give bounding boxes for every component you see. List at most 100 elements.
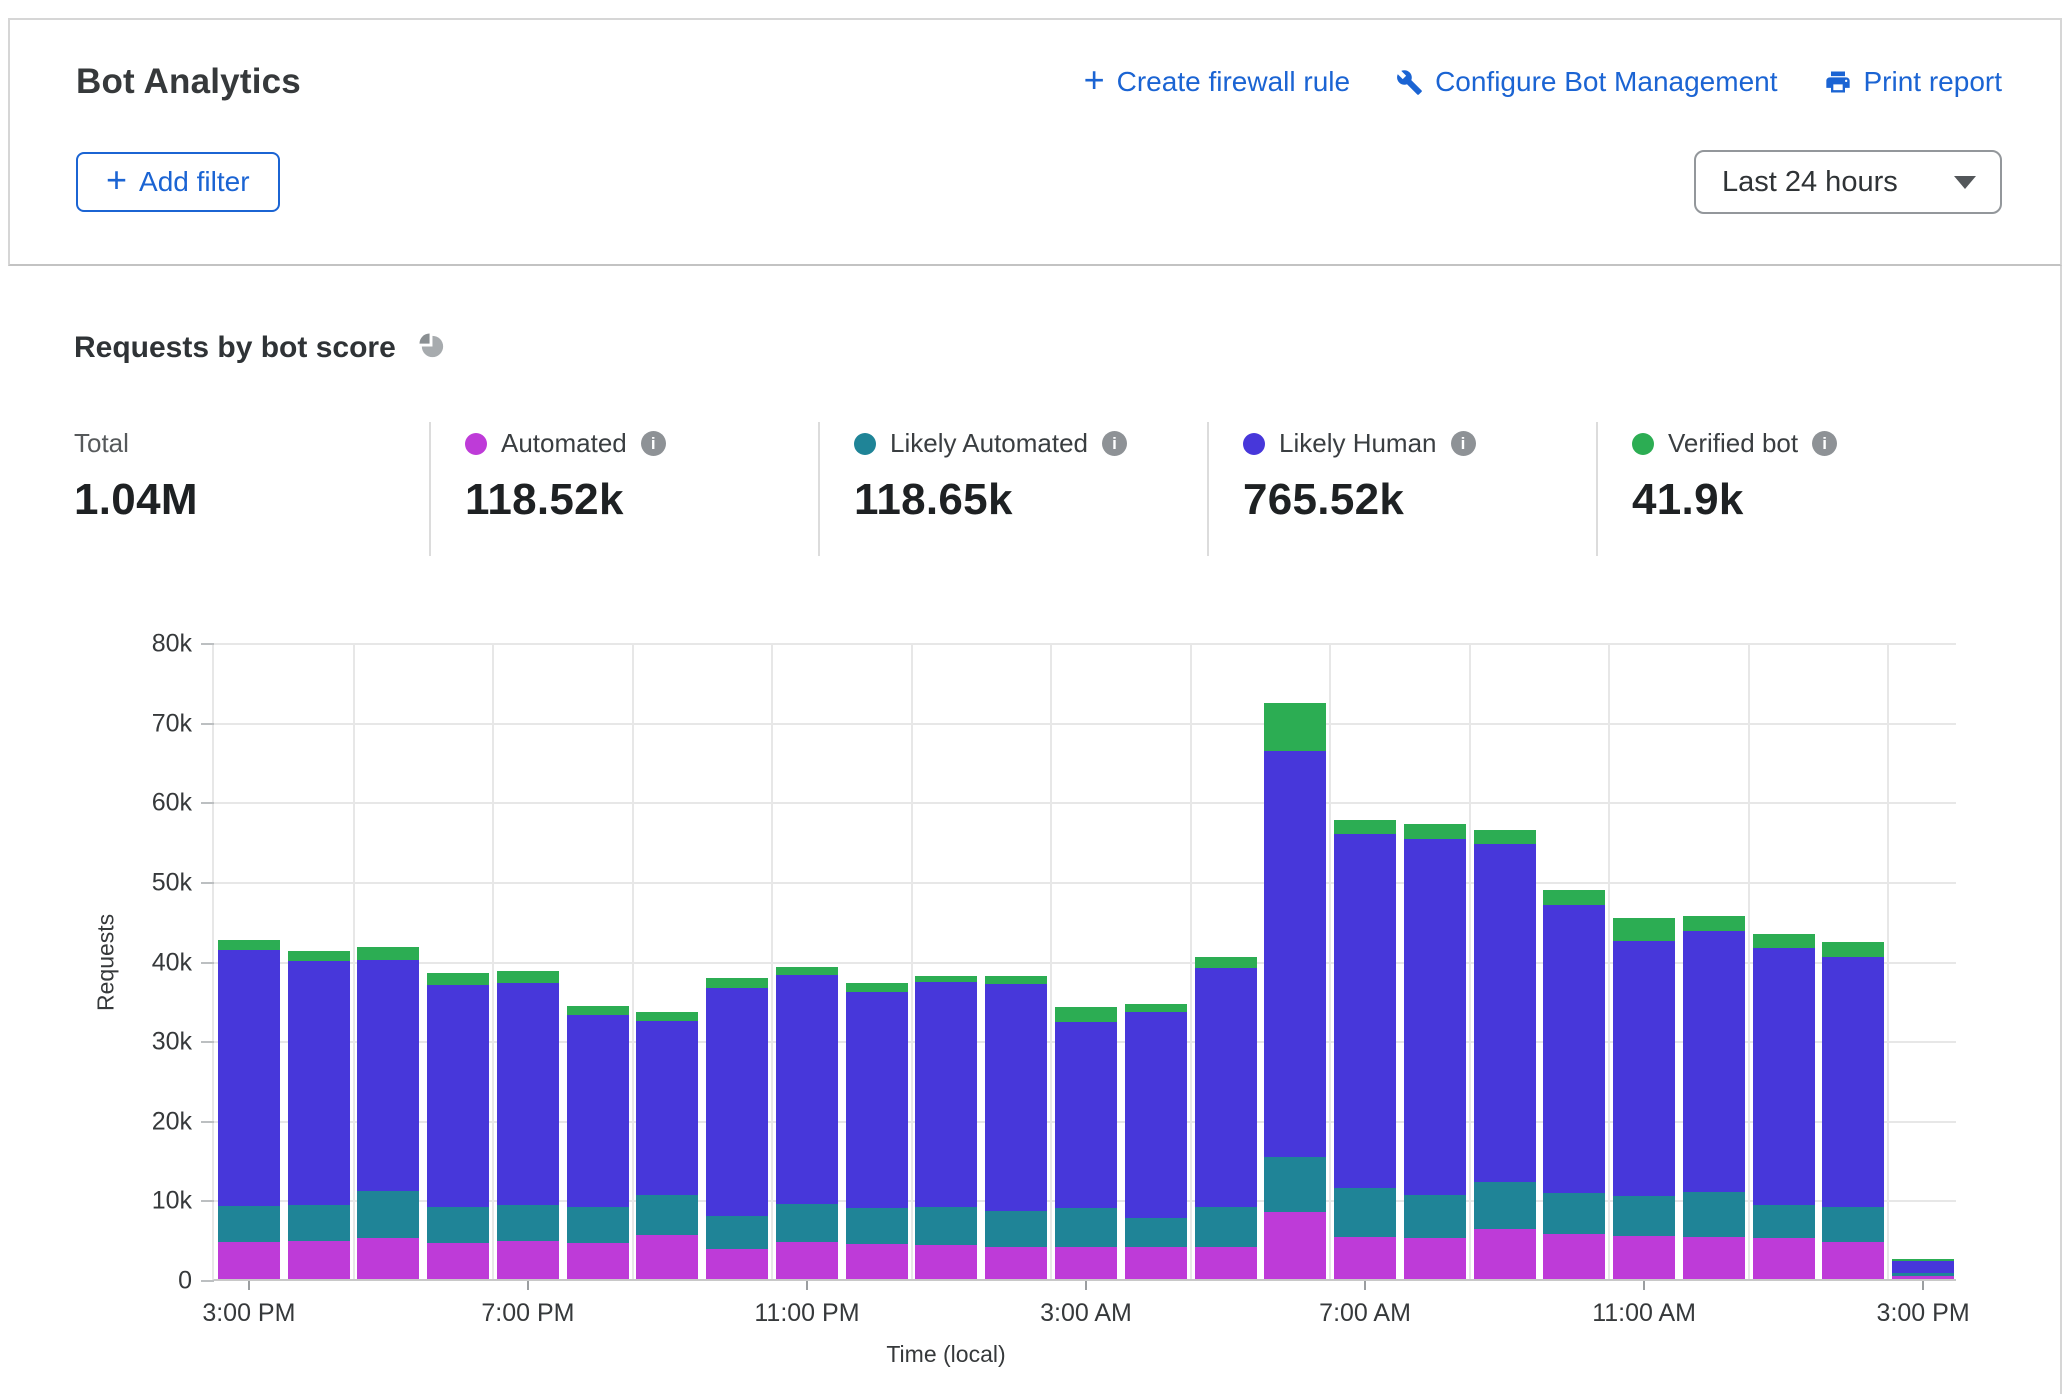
bar-segment: [1264, 751, 1326, 1157]
y-tick: [201, 1200, 214, 1202]
stat-likely-automated: Likely Automated i 118.65k: [818, 422, 1207, 556]
bar-segment: [1892, 1273, 1954, 1275]
gridline: [1608, 644, 1610, 1279]
chevron-down-icon: [1954, 176, 1976, 189]
configure-bot-management-link[interactable]: Configure Bot Management: [1396, 66, 1777, 98]
info-icon[interactable]: i: [1812, 431, 1837, 456]
bar-segment: [776, 967, 838, 975]
stat-automated-value: 118.52k: [465, 475, 818, 525]
bar-segment: [1334, 820, 1396, 834]
bar-segment: [915, 1245, 977, 1279]
y-tick: [201, 802, 214, 804]
pie-chart-icon: [416, 330, 447, 366]
bar-segment: [497, 971, 559, 983]
x-tick: [1085, 1281, 1087, 1290]
chart-plot-area: Requests 010k20k30k40k50k60k70k80k3:00 P…: [212, 644, 1956, 1281]
x-tick-label: 11:00 AM: [1592, 1299, 1696, 1328]
stat-verified-bot: Verified bot i 41.9k: [1596, 422, 1985, 556]
bar-segment: [1613, 941, 1675, 1196]
gridline: [1748, 644, 1750, 1279]
bar-segment: [846, 1208, 908, 1244]
bar-segment: [567, 1006, 629, 1015]
bar-segment: [427, 973, 489, 985]
bar-segment: [497, 983, 559, 1205]
bar-segment: [846, 1244, 908, 1279]
bar-segment: [1822, 957, 1884, 1207]
x-tick-label: 3:00 PM: [1877, 1299, 1970, 1328]
stat-likely-automated-label: Likely Automated: [890, 428, 1088, 459]
section-title: Requests by bot score: [74, 331, 396, 365]
bar-segment: [1613, 918, 1675, 942]
print-report-link[interactable]: Print report: [1824, 66, 2003, 98]
bar-segment: [1543, 1193, 1605, 1234]
bar-segment: [427, 1243, 489, 1279]
bot-analytics-page: Bot Analytics + Create firewall rule Con…: [0, 0, 2070, 1394]
bar-segment: [1334, 1188, 1396, 1237]
x-tick-label: 3:00 AM: [1040, 1299, 1132, 1328]
create-firewall-rule-link[interactable]: + Create firewall rule: [1084, 66, 1350, 98]
add-filter-button[interactable]: + Add filter: [76, 152, 280, 212]
bar-segment: [1822, 1242, 1884, 1279]
legend-dot-likely-automated: [854, 433, 876, 455]
bar-segment: [1195, 1207, 1257, 1247]
bar-segment: [1543, 890, 1605, 904]
bar-segment: [357, 960, 419, 1192]
bar-segment: [1404, 824, 1466, 839]
x-tick: [1922, 1281, 1924, 1290]
stat-total: Total 1.04M: [74, 422, 429, 556]
bar-segment: [357, 947, 419, 960]
bar-segment: [1753, 1238, 1815, 1279]
bar-segment: [1753, 1205, 1815, 1238]
y-tick-label: 80k: [72, 630, 192, 659]
bar-segment: [1474, 830, 1536, 844]
info-icon[interactable]: i: [1102, 431, 1127, 456]
y-tick: [201, 962, 214, 964]
bar-segment: [427, 985, 489, 1207]
gridline: [771, 644, 773, 1279]
bar-segment: [1125, 1004, 1187, 1013]
bar-segment: [288, 961, 350, 1205]
bar-segment: [636, 1021, 698, 1195]
legend-dot-likely-human: [1243, 433, 1265, 455]
gridline: [1887, 644, 1889, 1279]
bar-segment: [1195, 968, 1257, 1207]
bot-analytics-card: Bot Analytics + Create firewall rule Con…: [8, 18, 2062, 1394]
time-range-value: Last 24 hours: [1722, 166, 1898, 199]
bar-segment: [1822, 1207, 1884, 1242]
add-filter-label: Add filter: [139, 166, 250, 198]
bar-segment: [567, 1015, 629, 1208]
bar-segment: [288, 1205, 350, 1241]
bar-segment: [1683, 1237, 1745, 1279]
bar-segment: [357, 1238, 419, 1279]
stat-automated: Automated i 118.52k: [429, 422, 818, 556]
bar-segment: [915, 982, 977, 1207]
gridline: [353, 644, 355, 1279]
info-icon[interactable]: i: [1451, 431, 1476, 456]
time-range-select[interactable]: Last 24 hours: [1694, 150, 2002, 214]
bar-segment: [1334, 834, 1396, 1188]
bar-segment: [1264, 1212, 1326, 1279]
bar-segment: [1892, 1259, 1954, 1261]
bar-segment: [776, 975, 838, 1204]
bar-segment: [567, 1207, 629, 1243]
bar-segment: [846, 983, 908, 993]
bar-segment: [218, 1242, 280, 1279]
stat-likely-human: Likely Human i 765.52k: [1207, 422, 1596, 556]
y-tick-label: 10k: [72, 1187, 192, 1216]
y-tick-label: 30k: [72, 1028, 192, 1057]
bar-segment: [776, 1204, 838, 1241]
bot-score-chart: Requests 010k20k30k40k50k60k70k80k3:00 P…: [74, 644, 2060, 1394]
bar-segment: [218, 940, 280, 950]
create-firewall-rule-label: Create firewall rule: [1117, 66, 1350, 98]
y-tick-label: 60k: [72, 789, 192, 818]
info-icon[interactable]: i: [641, 431, 666, 456]
stat-automated-label: Automated: [501, 428, 627, 459]
gridline: [214, 643, 1956, 645]
gridline: [1469, 644, 1471, 1279]
stat-verified-bot-label: Verified bot: [1668, 428, 1798, 459]
wrench-icon: [1396, 69, 1423, 96]
bar-segment: [1683, 931, 1745, 1192]
stats-row: Total 1.04M Automated i 118.52k Like: [74, 422, 2060, 556]
bar-segment: [1404, 1195, 1466, 1237]
gridline: [214, 723, 1956, 725]
